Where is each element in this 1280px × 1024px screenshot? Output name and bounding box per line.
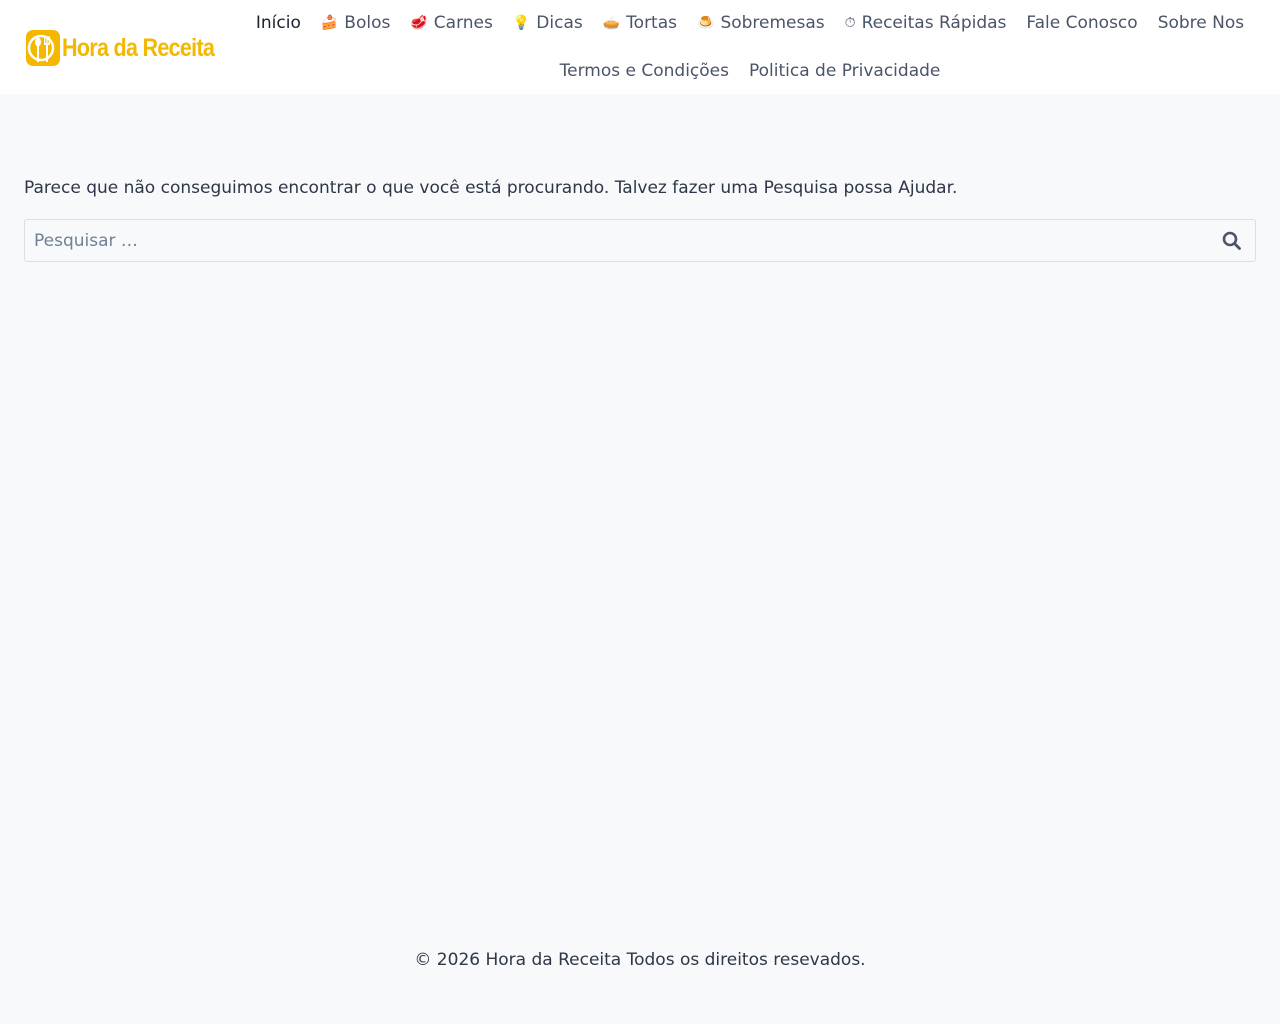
nav-emoji-icon: 🥧 — [602, 15, 621, 31]
search-form — [24, 219, 1256, 262]
nav-row-primary: Início 🍰 Bolos 🥩 Carnes 💡 Dicas 🥧 Tortas 🍮 Sobreme… — [220, 0, 1280, 46]
nav-emoji-icon: 🍰 — [320, 15, 339, 31]
nav-row-secondary: Termos e Condições Politica de Privacidad… — [220, 48, 1280, 94]
nav-item-inicio[interactable]: Início — [246, 13, 311, 33]
site-footer: © 2026 Hora da Receita Todos os direitos… — [0, 950, 1280, 970]
nav-item-label: Bolos — [344, 13, 391, 33]
search-icon — [1222, 231, 1241, 250]
nav-emoji-icon: 💡 — [512, 15, 531, 31]
nav-item-label: Receitas Rápidas — [861, 13, 1007, 33]
not-found-message: Parece que não conseguimos encontrar o q… — [24, 178, 958, 198]
nav-emoji-icon: ⏱ — [844, 15, 856, 31]
nav-item-label: Carnes — [433, 13, 493, 33]
main-content: Parece que não conseguimos encontrar o q… — [24, 176, 1256, 262]
nav-item-label: Politica de Privacidade — [748, 61, 941, 81]
nav-item-fale-conosco[interactable]: Fale Conosco — [1016, 13, 1147, 33]
nav-item-label: Sobre Nos — [1157, 13, 1245, 33]
copyright-text: © 2026 Hora da Receita Todos os direitos… — [414, 950, 866, 970]
nav-item-bolos[interactable]: 🍰 Bolos — [311, 13, 400, 33]
nav-item-label: Fale Conosco — [1026, 13, 1138, 33]
search-input[interactable] — [25, 220, 1205, 261]
nav-item-politica-de-privacidade[interactable]: Politica de Privacidade — [739, 61, 950, 81]
nav-item-receitas-rapidas[interactable]: ⏱ Receitas Rápidas — [835, 13, 1017, 33]
nav-item-tortas[interactable]: 🥧 Tortas — [593, 13, 687, 33]
nav-item-carnes[interactable]: 🥩 Carnes — [400, 13, 503, 33]
site-logo[interactable]: Hora da Receita — [26, 29, 239, 67]
site-header: Hora da Receita Início 🍰 Bolos 🥩 Carnes 💡 Dica… — [0, 0, 1280, 94]
nav-emoji-icon: 🍮 — [697, 15, 715, 31]
nav-item-termos-e-condicoes[interactable]: Termos e Condições — [550, 61, 739, 81]
nav-item-label: Termos e Condições — [559, 61, 729, 81]
nav-item-label: Início — [255, 13, 301, 33]
nav-item-label: Dicas — [536, 13, 583, 33]
search-button[interactable] — [1221, 230, 1243, 252]
nav-item-label: Sobremesas — [720, 13, 825, 33]
nav-item-dicas[interactable]: 💡 Dicas — [503, 13, 593, 33]
nav-item-sobre-nos[interactable]: Sobre Nos — [1148, 13, 1254, 33]
fork-spoon-icon — [26, 30, 60, 66]
main-navigation: Início 🍰 Bolos 🥩 Carnes 💡 Dicas 🥧 Tortas 🍮 Sobreme… — [220, 0, 1280, 94]
logo-text: Hora da Receita — [62, 33, 215, 62]
nav-item-label: Tortas — [626, 13, 677, 33]
nav-emoji-icon: 🥩 — [410, 15, 428, 31]
nav-item-sobremesas[interactable]: 🍮 Sobremesas — [687, 13, 835, 33]
